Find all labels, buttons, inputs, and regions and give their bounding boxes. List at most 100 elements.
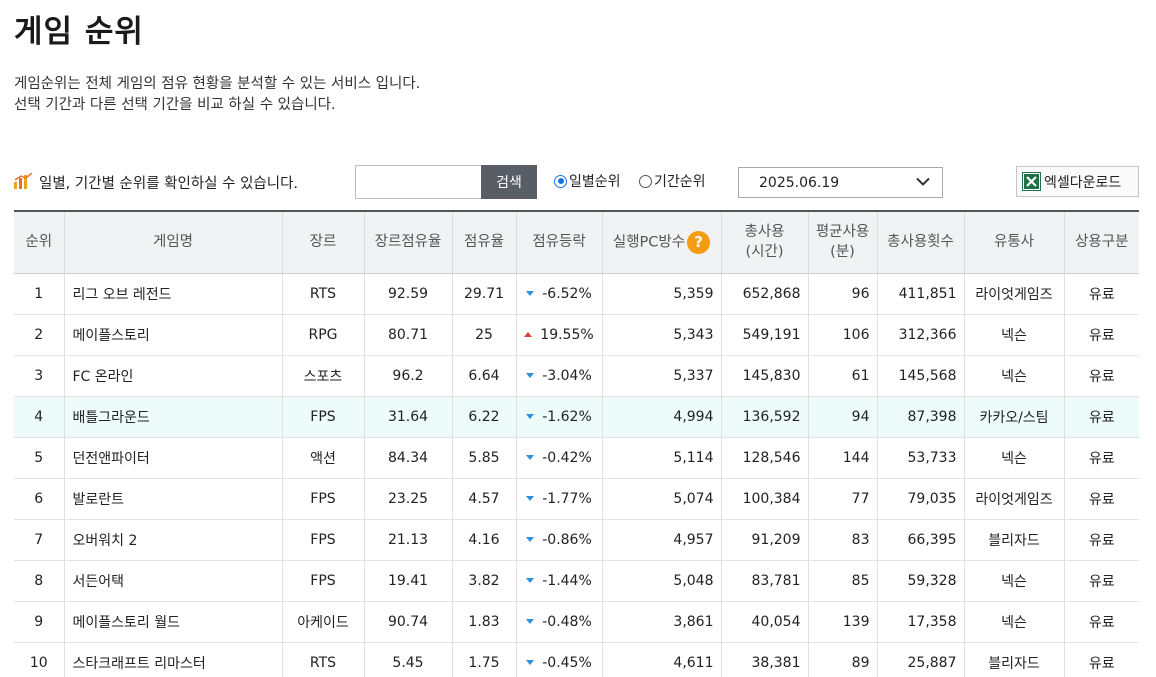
cell-avg-usage: 77 xyxy=(807,478,877,520)
cell-share-change: -6.52% xyxy=(515,273,602,315)
cell-genre: RTS xyxy=(281,642,364,677)
cell-avg-usage: 61 xyxy=(807,355,877,397)
header-share: 점유율 xyxy=(451,211,516,274)
excel-button-label: 엑셀다운로드 xyxy=(1044,174,1122,191)
cell-share: 4.57 xyxy=(451,478,516,520)
cell-publisher: 카카오/스팀 xyxy=(963,396,1064,438)
cell-commercial: 유료 xyxy=(1063,396,1139,438)
cell-publisher: 넥슨 xyxy=(963,601,1064,643)
cell-share-change: -0.42% xyxy=(515,437,602,479)
share-change-value: -1.44% xyxy=(542,572,592,589)
table-row[interactable]: 3 FC 온라인 스포츠 96.2 6.64 -3.04% 5,337 145,830 61 14… xyxy=(14,355,1139,397)
cell-game-name[interactable]: FC 온라인 xyxy=(63,355,282,397)
cell-total-count: 145,568 xyxy=(876,355,964,397)
share-change-value: -0.45% xyxy=(542,654,592,671)
header-total-usage-line1: 총사용 xyxy=(744,224,785,241)
share-change-value: -0.86% xyxy=(542,531,592,548)
search-input[interactable] xyxy=(355,165,481,199)
cell-rank: 5 xyxy=(14,437,64,479)
radio-button-unchecked[interactable] xyxy=(639,174,652,188)
cell-publisher: 넥슨 xyxy=(963,355,1064,397)
cell-total-usage: 100,384 xyxy=(720,478,808,520)
cell-total-count: 79,035 xyxy=(876,478,964,520)
cell-game-name[interactable]: 서든어택 xyxy=(63,560,282,602)
table-row[interactable]: 4 배틀그라운드 FPS 31.64 6.22 -1.62% 4,994 136,592 94 8… xyxy=(14,396,1139,438)
cell-rank: 8 xyxy=(14,560,64,602)
radio-period-label: 기간순위 xyxy=(654,174,706,190)
cell-rank: 10 xyxy=(14,642,64,677)
table-row[interactable]: 10 스타크래프트 리마스터 RTS 5.45 1.75 -0.45% 4,611 38,38… xyxy=(14,642,1139,677)
cell-avg-usage: 106 xyxy=(807,314,877,356)
cell-genre-share: 19.41 xyxy=(363,560,452,602)
table-row[interactable]: 1 리그 오브 레전드 RTS 92.59 29.71 -6.52% 5,359 652,86… xyxy=(14,273,1139,315)
cell-publisher: 라이엇게임즈 xyxy=(963,478,1064,520)
radio-daily-rank[interactable]: 일별순위 xyxy=(554,171,621,191)
cell-publisher: 넥슨 xyxy=(963,560,1064,602)
cell-pc-count: 4,611 xyxy=(601,642,721,677)
cell-genre-share: 96.2 xyxy=(363,355,452,397)
date-select-value: 2025.06.19 xyxy=(759,174,840,191)
table-row[interactable]: 8 서든어택 FPS 19.41 3.82 -1.44% 5,048 83,781 85 59,3… xyxy=(14,560,1139,602)
cell-share-change: -0.45% xyxy=(515,642,602,677)
table-row[interactable]: 7 오버워치 2 FPS 21.13 4.16 -0.86% 4,957 91,209 83 66… xyxy=(14,519,1139,561)
arrow-down-icon xyxy=(526,373,535,378)
table-row[interactable]: 9 메이플스토리 월드 아케이드 90.74 1.83 -0.48% 3,861 40,054… xyxy=(14,601,1139,643)
radio-button-checked[interactable] xyxy=(554,174,567,188)
cell-share: 29.71 xyxy=(451,273,516,315)
cell-pc-count: 3,861 xyxy=(601,601,721,643)
table-row[interactable]: 2 메이플스토리 RPG 80.71 25 19.55% 5,343 549,191 106 31… xyxy=(14,314,1139,356)
cell-avg-usage: 139 xyxy=(807,601,877,643)
cell-game-name[interactable]: 오버워치 2 xyxy=(63,519,282,561)
cell-game-name[interactable]: 메이플스토리 월드 xyxy=(63,601,282,643)
arrow-down-icon xyxy=(526,414,535,419)
cell-genre: 스포츠 xyxy=(281,355,364,397)
cell-share: 25 xyxy=(451,314,516,356)
cell-game-name[interactable]: 메이플스토리 xyxy=(63,314,282,356)
description-line-2: 선택 기간과 다른 선택 기간을 비교 하실 수 있습니다. xyxy=(14,97,336,113)
search-button[interactable]: 검색 xyxy=(481,165,537,199)
cell-genre: FPS xyxy=(281,560,364,602)
cell-share-change: -0.48% xyxy=(515,601,602,643)
help-icon[interactable]: ? xyxy=(687,230,711,254)
date-select[interactable]: 2025.06.19 xyxy=(738,167,943,198)
cell-rank: 6 xyxy=(14,478,64,520)
arrow-down-icon xyxy=(526,496,535,501)
cell-share-change: -3.04% xyxy=(515,355,602,397)
cell-total-usage: 652,868 xyxy=(720,273,808,315)
cell-share: 5.85 xyxy=(451,437,516,479)
radio-period-rank[interactable]: 기간순위 xyxy=(639,171,706,191)
cell-share-change: -1.44% xyxy=(515,560,602,602)
cell-share: 1.75 xyxy=(451,642,516,677)
cell-share-change: -0.86% xyxy=(515,519,602,561)
header-commercial: 상용구분 xyxy=(1063,211,1139,274)
cell-game-name[interactable]: 발로란트 xyxy=(63,478,282,520)
header-avg-usage-line2: (분) xyxy=(830,244,855,261)
page-title: 게임 순위 xyxy=(14,14,144,50)
cell-commercial: 유료 xyxy=(1063,642,1139,677)
table-row[interactable]: 6 발로란트 FPS 23.25 4.57 -1.77% 5,074 100,384 77 79,… xyxy=(14,478,1139,520)
cell-genre-share: 92.59 xyxy=(363,273,452,315)
cell-rank: 1 xyxy=(14,273,64,315)
cell-genre-share: 90.74 xyxy=(363,601,452,643)
cell-commercial: 유료 xyxy=(1063,437,1139,479)
excel-download-button[interactable]: 엑셀다운로드 xyxy=(1016,166,1139,197)
cell-game-name[interactable]: 배틀그라운드 xyxy=(63,396,282,438)
share-change-value: -1.62% xyxy=(542,408,592,425)
cell-genre-share: 31.64 xyxy=(363,396,452,438)
cell-avg-usage: 96 xyxy=(807,273,877,315)
cell-publisher: 넥슨 xyxy=(963,437,1064,479)
cell-avg-usage: 144 xyxy=(807,437,877,479)
cell-pc-count: 5,343 xyxy=(601,314,721,356)
info-text: 일별, 기간별 순위를 확인하실 수 있습니다. xyxy=(39,176,299,192)
excel-icon xyxy=(1022,172,1041,191)
header-total-count: 총사용횟수 xyxy=(876,211,964,274)
cell-game-name[interactable]: 던전앤파이터 xyxy=(63,437,282,479)
share-change-value: -6.52% xyxy=(542,285,592,302)
cell-commercial: 유료 xyxy=(1063,560,1139,602)
cell-game-name[interactable]: 스타크래프트 리마스터 xyxy=(63,642,282,677)
header-share-change: 점유등락 xyxy=(515,211,602,274)
header-publisher: 유통사 xyxy=(963,211,1064,274)
cell-pc-count: 5,114 xyxy=(601,437,721,479)
table-row[interactable]: 5 던전앤파이터 액션 84.34 5.85 -0.42% 5,114 128,546 144 5… xyxy=(14,437,1139,479)
cell-game-name[interactable]: 리그 오브 레전드 xyxy=(63,273,282,315)
